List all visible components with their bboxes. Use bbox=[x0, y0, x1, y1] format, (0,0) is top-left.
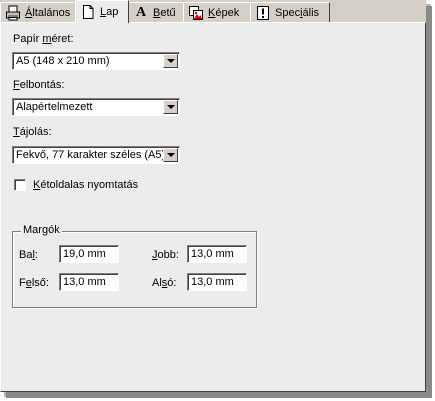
resolution-dropdown-button[interactable] bbox=[163, 100, 178, 114]
tab-page-label: Lap bbox=[100, 6, 119, 18]
margin-bottom-label: Alsó: bbox=[152, 277, 177, 289]
margin-right-label: Jobb: bbox=[152, 249, 179, 261]
tab-page[interactable]: Lap bbox=[75, 0, 129, 23]
resolution-value: Alapértelmezett bbox=[16, 101, 93, 113]
paper-size-value: A5 (148 x 210 mm) bbox=[16, 55, 110, 67]
orientation-dropdown-button[interactable] bbox=[163, 148, 178, 162]
tab-font[interactable]: A Betű bbox=[128, 2, 184, 22]
paper-size-dropdown-button[interactable] bbox=[163, 54, 178, 68]
tab-special[interactable]: Speciális bbox=[250, 2, 330, 22]
printer-icon bbox=[5, 5, 21, 21]
page-settings-panel: Papír méret: A5 (148 x 210 mm) Felbontás… bbox=[0, 22, 426, 392]
tab-general[interactable]: Általános bbox=[0, 2, 76, 22]
images-icon bbox=[188, 5, 204, 21]
margin-right-input[interactable] bbox=[187, 245, 247, 263]
duplex-checkbox[interactable] bbox=[14, 179, 26, 191]
tab-images[interactable]: Képek bbox=[183, 2, 251, 22]
chevron-down-icon bbox=[166, 153, 175, 157]
tab-special-label: Speciális bbox=[275, 6, 320, 19]
margin-top-input[interactable] bbox=[59, 273, 119, 291]
tab-bar: Általános Lap A Betű Képek Speciális bbox=[0, 0, 426, 23]
tab-font-label: Betű bbox=[153, 6, 176, 19]
margins-group-title: Margók bbox=[21, 224, 62, 236]
orientation-label: Tájolás: bbox=[13, 126, 52, 138]
resolution-label: Felbontás: bbox=[13, 79, 65, 91]
page-setup-dialog: Általános Lap A Betű Képek Speciális Pap… bbox=[0, 0, 426, 392]
page-icon bbox=[80, 4, 96, 20]
duplex-label[interactable]: Kétoldalas nyomtatás bbox=[33, 179, 138, 191]
paper-size-select[interactable]: A5 (148 x 210 mm) bbox=[12, 52, 180, 70]
margin-top-label: Felső: bbox=[19, 277, 49, 289]
margins-group: Margók Bal: Jobb: Felső: Alsó: bbox=[12, 224, 257, 308]
tab-general-label: Általános bbox=[25, 6, 71, 19]
chevron-down-icon bbox=[166, 105, 175, 109]
exclamation-icon bbox=[255, 5, 271, 21]
orientation-value: Fekvő, 77 karakter széles (A5) bbox=[16, 149, 166, 161]
margin-left-input[interactable] bbox=[59, 245, 119, 263]
orientation-select[interactable]: Fekvő, 77 karakter széles (A5) bbox=[12, 146, 180, 164]
tab-images-label: Képek bbox=[208, 6, 240, 19]
margin-bottom-input[interactable] bbox=[187, 273, 247, 291]
resolution-select[interactable]: Alapértelmezett bbox=[12, 98, 180, 116]
paper-size-label: Papír méret: bbox=[13, 33, 74, 45]
margin-left-label: Bal: bbox=[19, 249, 38, 261]
font-icon: A bbox=[135, 4, 147, 20]
chevron-down-icon bbox=[166, 59, 175, 63]
